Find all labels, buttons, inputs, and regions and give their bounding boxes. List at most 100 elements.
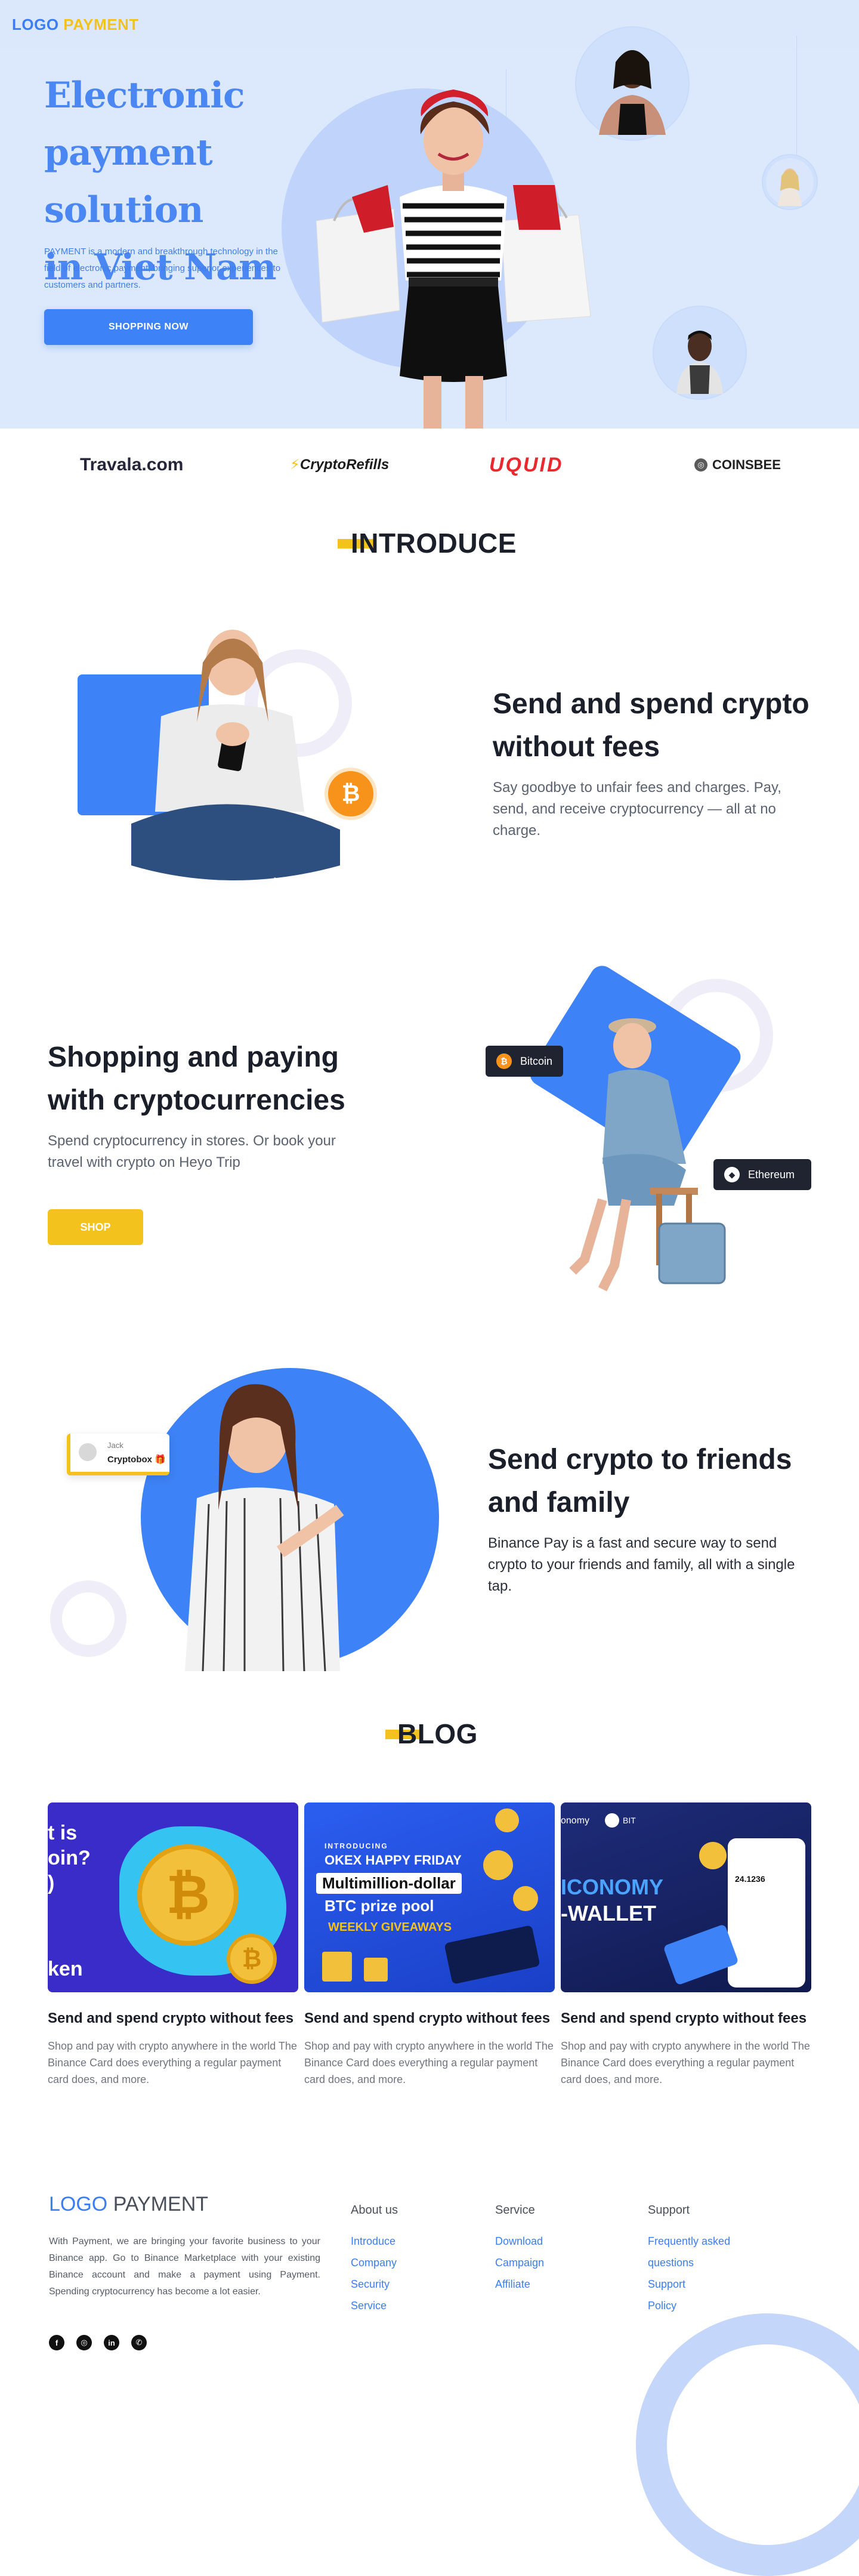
ethereum-tag: ◆ Ethereum — [713, 1159, 811, 1190]
footer-link[interactable]: Company — [351, 2252, 398, 2273]
partner-label: CryptoRefills — [299, 457, 390, 473]
blog-image-text: BIT — [623, 1816, 636, 1825]
feature1-title: Send and spend crypto without fees — [493, 683, 827, 769]
bitcoin-coin-icon: ₿ — [227, 1934, 277, 1984]
image-text-line: t is — [48, 1822, 78, 1844]
decor-ring — [50, 1580, 126, 1657]
feature2-text: Shopping and paying with cryptocurrencie… — [48, 1036, 382, 1173]
blog-image-text: onomy — [561, 1816, 590, 1826]
avatar — [79, 1443, 97, 1461]
coin-icon — [483, 1850, 513, 1880]
footer-link[interactable]: Download — [495, 2230, 544, 2252]
bitcoin-icon: ₿ — [328, 771, 373, 816]
blog-image-text: ken — [48, 1958, 83, 1980]
logo-word: LOGO — [49, 2193, 108, 2216]
blog-card-title[interactable]: Send and spend crypto without fees — [304, 2010, 555, 2027]
bitcoin-coin-icon: ₿ — [137, 1844, 239, 1946]
blog-card-title[interactable]: Send and spend crypto without fees — [561, 2010, 811, 2027]
footer-link[interactable]: Introduce — [351, 2230, 398, 2252]
feature2-woman-sitting-image — [569, 1018, 726, 1292]
logo-word-2: PAYMENT — [63, 16, 139, 33]
feature3-title: Send crypto to friends and family — [488, 1438, 822, 1524]
coin-icon — [699, 1842, 727, 1869]
feature-title-line: and family — [488, 1487, 630, 1518]
footer-link[interactable]: Affiliate — [495, 2273, 544, 2295]
blog-image-text: Multimillion-dollar — [316, 1873, 462, 1894]
blog-card[interactable]: onomy BIT ICONOMY -WALLET 24.1236 Send a… — [561, 1802, 811, 2088]
blog-image-text: ICONOMY -WALLET — [561, 1874, 663, 1927]
facebook-icon[interactable]: f — [49, 2335, 64, 2350]
linkedin-icon[interactable]: in — [104, 2335, 119, 2350]
feature1-description: Say goodbye to unfair fees and charges. … — [493, 779, 781, 839]
blog-image: INTRODUCING OKEX HAPPY FRIDAY Multimilli… — [304, 1802, 555, 1992]
bitcoin-tag: ₿ Bitcoin — [486, 1046, 564, 1077]
blog-card-description: Shop and pay with crypto anywhere in the… — [48, 2040, 297, 2085]
footer-column-heading: About us — [351, 2204, 398, 2217]
footer-logo[interactable]: LOGO PAYMENT — [49, 2193, 208, 2216]
shopping-now-button[interactable]: SHOPPING NOW — [44, 309, 253, 345]
partner-logo-travala[interactable]: Travala.com — [80, 455, 183, 475]
hero-avatar-woman-1 — [581, 32, 684, 135]
footer-link[interactable]: questions — [648, 2252, 730, 2273]
shop-button[interactable]: SHOP — [48, 1209, 143, 1245]
footer-link[interactable]: Policy — [648, 2295, 730, 2316]
partner-logo-coinsbee[interactable]: ◎ COINSBEE — [694, 457, 781, 473]
blog-image-text: BTC prize pool — [325, 1897, 434, 1915]
partners-bar: Travala.com ⚡CryptoRefills UQUID ◎ COINS… — [0, 429, 859, 506]
feature3-woman-pointing-image — [185, 1384, 344, 1671]
blog-card-description: Shop and pay with crypto anywhere in the… — [561, 2040, 810, 2085]
navbar: LOGO PAYMENT — [0, 0, 859, 50]
blog-image-text: INTRODUCING — [325, 1842, 388, 1850]
blog-card[interactable]: t is oin? ) ₿ ₿ ken Send and spend crypt… — [48, 1802, 298, 2088]
logo-word-2: PAYMENT — [113, 2193, 209, 2216]
footer-column-service: Service Download Campaign Affiliate — [495, 2204, 544, 2295]
whatsapp-icon[interactable]: ✆ — [131, 2335, 147, 2350]
blog-image: onomy BIT ICONOMY -WALLET 24.1236 — [561, 1802, 811, 1992]
bit-logo-icon — [605, 1813, 619, 1828]
coin-icon — [513, 1886, 538, 1911]
feature-title-line: Send and spend crypto — [493, 688, 809, 720]
feature-title-line: without fees — [493, 731, 660, 763]
gift-icon — [322, 1952, 352, 1982]
navbar-logo[interactable]: LOGO PAYMENT — [12, 16, 139, 34]
partner-logo-uquid[interactable]: UQUID — [489, 454, 564, 477]
footer-link[interactable]: Support — [648, 2273, 730, 2295]
footer-link[interactable]: Security — [351, 2273, 398, 2295]
chat-message-text: Cryptobox — [107, 1455, 152, 1465]
decor-ring — [636, 2313, 859, 2576]
coin-icon — [495, 1808, 519, 1832]
hero-description: PAYMENT is a modern and breakthrough tec… — [44, 246, 281, 290]
footer-link[interactable]: Campaign — [495, 2252, 544, 2273]
blog-image: t is oin? ) ₿ ₿ ken — [48, 1802, 298, 1992]
gift-icon — [364, 1958, 388, 1982]
feature1-text: Send and spend crypto without fees Say g… — [493, 683, 827, 842]
footer-social: f ◎ in ✆ — [49, 2335, 147, 2350]
footer-column-heading: Support — [648, 2204, 690, 2217]
feature-title-line: with cryptocurrencies — [48, 1084, 345, 1116]
instagram-icon[interactable]: ◎ — [76, 2335, 92, 2350]
blog-card[interactable]: INTRODUCING OKEX HAPPY FRIDAY Multimilli… — [304, 1802, 555, 2088]
tag-label: Ethereum — [748, 1168, 795, 1181]
feature2-description: Spend cryptocurrency in stores. Or book … — [48, 1133, 336, 1170]
feature3-text: Send crypto to friends and family Binanc… — [488, 1438, 822, 1597]
cryptorefills-mark: ⚡ — [290, 457, 300, 473]
image-text-line: -WALLET — [561, 1901, 656, 1925]
partner-label: COINSBEE — [712, 457, 781, 472]
blog-image-text: OKEX HAPPY FRIDAY — [325, 1853, 462, 1868]
blog-image-text: WEEKLY GIVEAWAYS — [328, 1921, 452, 1934]
footer-link[interactable]: Service — [351, 2295, 398, 2316]
blog-title: BLOG — [397, 1718, 478, 1749]
feature-title-line: Shopping and paying — [48, 1042, 339, 1073]
blog-card-title[interactable]: Send and spend crypto without fees — [48, 2010, 298, 2027]
partner-logo-cryptorefills[interactable]: ⚡CryptoRefills — [290, 456, 389, 473]
chat-name: Jack — [107, 1441, 123, 1450]
phone-balance: 24.1236 — [735, 1874, 765, 1884]
footer-about: With Payment, we are bringing your favor… — [49, 2236, 320, 2297]
image-text-line: ) — [48, 1872, 55, 1894]
footer-column-support: Support Frequently asked questions Suppo… — [648, 2204, 730, 2316]
hero-avatar-woman-2 — [766, 158, 814, 206]
tag-label: Bitcoin — [520, 1055, 553, 1067]
blog-card-description: Shop and pay with crypto anywhere in the… — [304, 2040, 554, 2085]
footer-link[interactable]: Frequently asked — [648, 2230, 730, 2252]
ethereum-icon: ◆ — [724, 1167, 740, 1182]
